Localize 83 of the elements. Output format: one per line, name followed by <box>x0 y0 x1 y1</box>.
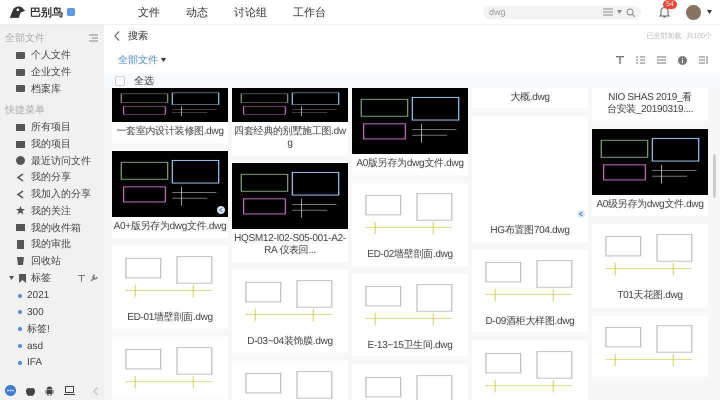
section-heading: 快捷菜单 <box>5 104 45 118</box>
android-icon[interactable] <box>45 386 54 396</box>
sidebar-item[interactable]: 我加入的分享 <box>0 186 104 202</box>
back-icon[interactable] <box>114 31 120 41</box>
file-name: HG布置图704.dwg <box>489 224 571 238</box>
file-card[interactable]: D-03~04装饰膜.dwg <box>232 270 348 353</box>
file-card[interactable]: 一套室内设计装修图.dwg <box>112 88 228 143</box>
sidebar-item[interactable]: 我的收件箱 <box>0 219 104 236</box>
sidebar-item[interactable]: 我的关注 <box>0 202 104 220</box>
file-card[interactable]: HG布置图704.dwg <box>472 117 588 242</box>
file-name: A0+版另存为dwg文件.dwg <box>112 220 228 234</box>
brand-name: 巴别鸟 <box>30 6 63 20</box>
sort-icon[interactable] <box>699 56 708 64</box>
file-name: ED-02墙壁剖面.dwg <box>366 248 454 262</box>
file-name: A0版另存为dwg文件.dwg <box>355 156 465 171</box>
laptop-icon[interactable] <box>64 386 75 395</box>
file-name: A0级另存为dwg文件.dwg <box>595 198 705 212</box>
file-name: HQSM12-I02-S05-001-A2-RA 仪表回... <box>233 232 347 258</box>
apple-icon[interactable] <box>26 386 35 396</box>
star-icon <box>16 206 25 216</box>
tag-label[interactable]: 2021 <box>27 290 50 302</box>
grid-view-icon[interactable] <box>636 56 645 64</box>
text-icon[interactable] <box>78 274 85 282</box>
list-icon[interactable] <box>603 8 613 16</box>
file-name: NIO SHAS 2019_看台安装_20190319.... <box>606 90 694 117</box>
file-card[interactable]: A0+版另存为dwg文件.dwg <box>112 151 228 238</box>
sidebar-item[interactable]: 我的项目 <box>0 136 104 152</box>
tag-label[interactable]: 标签! <box>27 322 50 336</box>
file-card[interactable]: D-09酒柜大样图.dwg <box>472 250 588 333</box>
sidebar-item[interactable]: 个人文件 <box>0 47 104 64</box>
nav-link[interactable]: 讨论组 <box>234 4 267 20</box>
bird-logo-icon <box>8 4 26 20</box>
file-card[interactable]: ED-01墙壁剖面.dwg <box>112 246 228 329</box>
section-heading: 全部文件 <box>5 32 45 45</box>
sidebar-item[interactable]: 档案库 <box>0 80 104 98</box>
search-icon[interactable] <box>626 8 635 16</box>
file-name: 一套室内设计装修图.dwg <box>115 124 225 139</box>
bookmark-icon <box>19 274 26 283</box>
file-card[interactable]: ED-02墙壁剖面.dwg <box>352 183 468 266</box>
caret-icon[interactable] <box>9 276 14 280</box>
caret-icon <box>161 58 166 62</box>
file-card[interactable]: A0版另存为dwg文件.dwg <box>352 88 468 175</box>
file-card[interactable]: E-13~15卫生间.dwg <box>352 274 468 357</box>
file-card[interactable]: A0级另存为dwg文件.dwg <box>592 129 708 216</box>
file-name: D-03~04装饰膜.dwg <box>246 334 334 349</box>
file-name: D-09酒柜大样图.dwg <box>484 314 576 329</box>
tag-label[interactable]: IFA <box>27 357 42 368</box>
sidebar-item[interactable]: 所有项目 <box>0 119 104 136</box>
sidebar-item[interactable]: 回收站 <box>0 252 104 270</box>
chat-bubble-icon[interactable] <box>5 385 16 396</box>
sidebar-item[interactable]: 我的分享 <box>0 169 104 186</box>
file-name: E-13~15卫生间.dwg <box>366 338 454 353</box>
avatar[interactable] <box>686 4 701 20</box>
info-icon[interactable] <box>678 56 687 64</box>
caret-icon[interactable] <box>707 10 712 14</box>
file-card[interactable]: 四套经典的别墅施工图.dwg <box>232 88 348 155</box>
bell-icon[interactable] <box>659 6 670 18</box>
share-icon[interactable] <box>217 206 225 214</box>
text-icon[interactable] <box>616 56 624 64</box>
nav-link[interactable]: 工作台 <box>293 4 326 20</box>
nav-link[interactable]: 动态 <box>186 4 208 20</box>
file-name: ED-01墙壁剖面.dwg <box>126 310 214 325</box>
badge-icon <box>67 8 75 16</box>
tag-label[interactable]: asd <box>27 340 44 352</box>
sidebar-item[interactable]: 我的审批 <box>0 236 104 253</box>
nav-link[interactable]: 文件 <box>138 4 160 20</box>
tag-label[interactable]: 300 <box>27 306 44 318</box>
sidebar-item[interactable]: 企业文件 <box>0 64 104 80</box>
file-name: 四套经典的别墅施工图.dwg <box>233 124 347 151</box>
file-card[interactable]: HQSM12-I02-S05-001-A2-RA 仪表回... <box>232 163 348 262</box>
file-card[interactable]: T01天花图.dwg <box>592 224 708 307</box>
scrollbar[interactable] <box>713 154 716 198</box>
list-icon[interactable] <box>89 34 98 42</box>
select-all-label[interactable]: 全选 <box>134 74 154 88</box>
trash-icon <box>16 256 25 266</box>
sidebar-item[interactable]: 最近访问文件 <box>0 152 104 170</box>
section-heading: 标签 <box>31 272 52 286</box>
file-name: T01天花图.dwg <box>616 288 684 303</box>
list-view-icon[interactable] <box>657 56 666 64</box>
page-title: 搜索 <box>128 30 148 43</box>
checkbox[interactable] <box>115 76 125 86</box>
file-name: 大概.dwg <box>509 90 551 105</box>
wrench-icon[interactable] <box>90 274 98 282</box>
